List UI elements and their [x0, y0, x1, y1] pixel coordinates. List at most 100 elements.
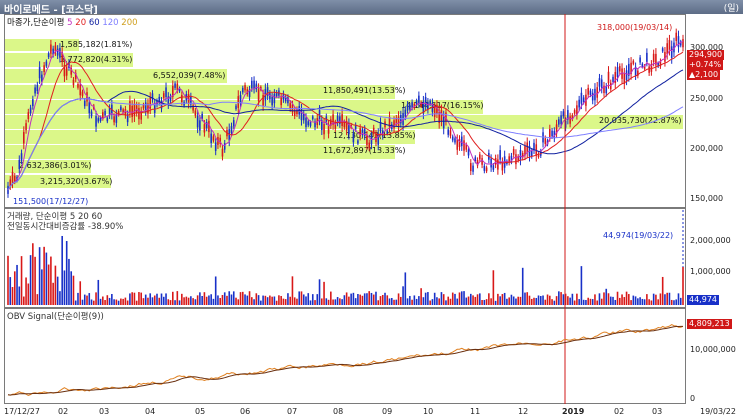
- volume-bar: [666, 292, 668, 305]
- volume-bar: [56, 276, 59, 305]
- volume-bar: [652, 293, 655, 305]
- volume-bar: [352, 292, 355, 305]
- volume-bar: [357, 293, 359, 305]
- volume-bar: [226, 295, 228, 305]
- x-label: 04: [145, 407, 156, 416]
- volume-bar: [232, 291, 235, 305]
- chart-canvas: [7, 14, 684, 404]
- price-candle: [56, 48, 59, 56]
- volume-bar: [135, 300, 138, 305]
- price-candle: [366, 135, 368, 146]
- obv-last-tag: 4,809,213: [687, 319, 732, 329]
- volume-bar: [74, 300, 77, 305]
- volume-bar: [655, 294, 657, 305]
- volume-bar: [287, 293, 289, 305]
- volume-bar: [192, 298, 194, 305]
- price-candle: [404, 109, 407, 117]
- volume-bar: [27, 283, 30, 305]
- volume-bar: [169, 300, 172, 305]
- volume-bar: [569, 297, 571, 305]
- volume-bar: [61, 235, 63, 305]
- price-candle: [648, 66, 650, 73]
- volume-bar: [282, 298, 285, 305]
- volume-bar: [339, 298, 341, 305]
- price-candle: [456, 139, 459, 150]
- price-candle: [153, 104, 156, 113]
- price-candle: [368, 142, 371, 149]
- volume-bar: [433, 292, 436, 305]
- price-candle: [515, 154, 517, 165]
- volume-bar: [90, 299, 93, 305]
- price-candle: [447, 129, 450, 135]
- price-candle: [25, 123, 27, 131]
- price-candle: [271, 96, 273, 106]
- price-candle: [569, 116, 571, 124]
- volume-bar: [7, 255, 9, 305]
- volume-bar: [165, 293, 167, 305]
- volume-bar: [673, 300, 675, 305]
- price-candle: [341, 114, 343, 127]
- volume-bar: [558, 291, 560, 305]
- volume-bar: [25, 277, 27, 305]
- volume-last-tag: 44,974: [687, 295, 719, 305]
- x-label: 05: [195, 407, 206, 416]
- volume-bar: [77, 292, 79, 305]
- volume-bar: [305, 296, 307, 305]
- price-candle: [424, 97, 427, 106]
- volume-bar: [451, 292, 454, 305]
- price-candle: [463, 140, 465, 151]
- volume-bar: [677, 293, 680, 305]
- volume-bar: [45, 252, 48, 305]
- volume-bar: [454, 293, 456, 305]
- volume-bar: [255, 293, 258, 305]
- volume-bar: [244, 294, 246, 305]
- price-candle: [32, 99, 34, 107]
- price-candle: [165, 87, 167, 98]
- price-candle: [18, 159, 21, 169]
- volume-bar: [400, 296, 402, 305]
- price-candle: [499, 150, 501, 160]
- volume-bar: [327, 299, 330, 305]
- price-candle: [88, 102, 91, 114]
- price-candle: [530, 150, 533, 157]
- volume-bar: [598, 293, 601, 305]
- volume-bar: [488, 293, 490, 305]
- volume-bar: [302, 294, 305, 305]
- price-candle: [205, 121, 208, 129]
- price-candle: [102, 112, 104, 118]
- volume-bar: [176, 291, 179, 305]
- price-candle: [544, 138, 547, 144]
- price-candle: [79, 84, 82, 96]
- volume-bar: [50, 256, 52, 305]
- volume-bar: [334, 299, 337, 305]
- price-candle: [469, 163, 472, 172]
- price-candle: [230, 126, 233, 134]
- price-candle: [415, 100, 418, 105]
- volume-bar: [411, 299, 413, 305]
- volume-bar: [9, 277, 12, 305]
- price-candle: [675, 32, 678, 41]
- volume-bar: [637, 298, 639, 305]
- volume-bar: [257, 295, 260, 305]
- price-candle: [90, 111, 93, 117]
- price-candle: [670, 46, 673, 58]
- volume-bar: [648, 299, 650, 305]
- price-candle: [677, 36, 680, 48]
- volume-bar: [260, 300, 262, 305]
- volume-bar: [406, 298, 409, 305]
- volume-bar: [43, 246, 45, 305]
- price-axis: 300,000 250,000 200,000 150,000 294,900 …: [686, 14, 743, 208]
- volume-bar: [237, 299, 240, 305]
- price-tick: 200,000: [690, 144, 724, 153]
- volume-bar: [311, 294, 314, 305]
- volume-bar: [409, 295, 411, 305]
- price-candle: [138, 107, 140, 120]
- volume-bar: [427, 292, 429, 305]
- volume-bar: [212, 298, 215, 305]
- volume-bar: [104, 300, 106, 305]
- volume-bar: [187, 297, 190, 305]
- price-candle: [485, 167, 488, 172]
- volume-bar: [481, 299, 483, 305]
- x-label: 17/12/27: [4, 407, 40, 416]
- volume-bar: [415, 298, 418, 305]
